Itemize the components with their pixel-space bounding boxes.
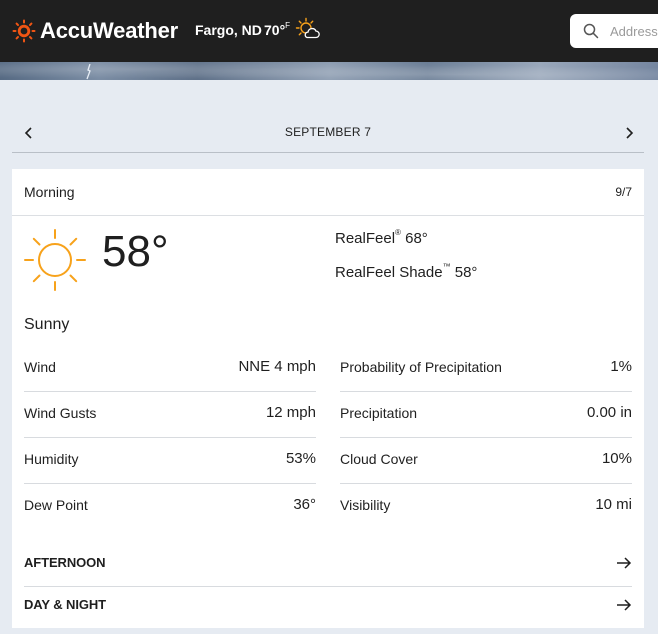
detail-label: Wind Gusts [24,405,97,421]
arrow-right-icon [616,555,632,576]
weather-phrase: Sunny [24,316,70,333]
weather-banner-image [0,62,658,80]
detail-row-visibility: Visibility 10 mi [340,483,632,529]
detail-row-humidity: Humidity 53% [24,437,316,484]
realfeel-mark: ® [395,228,401,237]
chevron-right-icon[interactable] [620,124,638,142]
sun-icon [22,227,88,298]
afternoon-link[interactable]: AFTERNOON [24,542,632,584]
realfeel-value: 68° [405,230,428,247]
brand-sun-icon [12,19,36,43]
date-navigation: SEPTEMBER 7 [12,112,644,153]
detail-row-wind-gusts: Wind Gusts 12 mph [24,391,316,438]
detail-label: Precipitation [340,405,418,421]
detail-label: Humidity [24,451,79,467]
detail-value: 36° [293,496,316,513]
period-date: 9/7 [615,185,632,199]
detail-label: Cloud Cover [340,451,418,467]
header-temp-unit: F [285,21,291,31]
card-header: Morning 9/7 [12,169,644,216]
search-icon [583,23,599,44]
detail-value: 53% [285,450,316,467]
header-temp-value: 70° [264,22,286,38]
detail-row-cloud-cover: Cloud Cover 10% [340,437,632,484]
arrow-right-icon [616,597,632,618]
header-location[interactable]: Fargo, ND [195,22,262,38]
realfeel-label: RealFeel [335,230,396,247]
search-input[interactable] [610,22,658,40]
detail-value: 0.00 in [586,404,632,421]
site-header: AccuWeather Fargo, ND 70°F [0,0,658,62]
detail-value: NNE 4 mph [238,358,316,375]
lightning-bolt-decoration [86,64,91,80]
day-and-night-link[interactable]: DAY & NIGHT [24,584,632,626]
detail-row-precipitation: Precipitation 0.00 in [340,391,632,438]
accuweather-logo[interactable]: AccuWeather [12,16,178,46]
realfeel-shade-mark: ™ [442,262,451,271]
morning-forecast-card: Morning 9/7 58° RealFeel® 68° RealFeel S… [12,169,644,628]
detail-value: 10 mi [595,496,632,513]
detail-row-dew-point: Dew Point 36° [24,483,316,529]
header-current-temp: 70°F [264,21,291,38]
search-box[interactable] [570,14,658,48]
link-label: AFTERNOON [24,555,106,570]
detail-value: 10% [601,450,632,467]
detail-value: 1% [610,358,632,375]
link-label: DAY & NIGHT [24,597,106,612]
detail-label: Probability of Precipitation [340,359,502,375]
temperature: 58° [102,227,169,276]
period-title: Morning [24,184,75,200]
detail-row-wind: Wind NNE 4 mph [24,345,316,392]
detail-value: 12 mph [265,404,316,421]
realfeel-shade: RealFeel Shade™ 58° [335,262,478,281]
realfeel: RealFeel® 68° [335,228,428,247]
date-label: SEPTEMBER 7 [284,125,372,139]
detail-row-precip-probability: Probability of Precipitation 1% [340,345,632,392]
brand-name: AccuWeather [40,18,178,43]
partly-cloudy-sun-icon [295,17,321,48]
realfeel-shade-label: RealFeel Shade [335,264,443,281]
detail-label: Dew Point [24,497,88,513]
detail-label: Wind [24,359,56,375]
detail-label: Visibility [340,497,391,513]
realfeel-shade-value: 58° [454,264,478,281]
